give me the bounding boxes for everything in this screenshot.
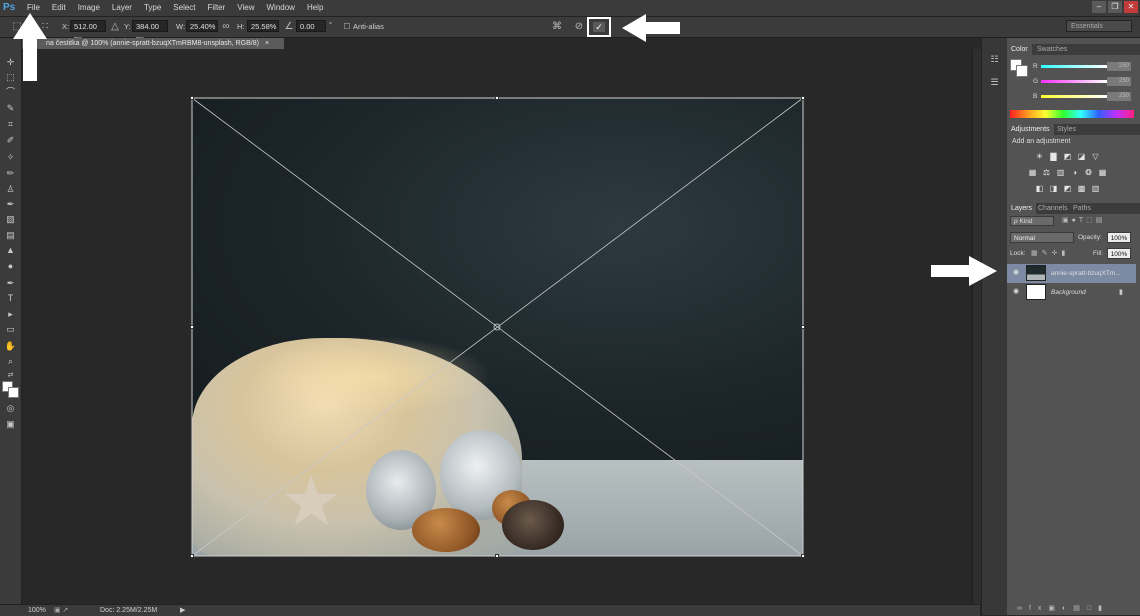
photo-filter-icon[interactable]: ◑ xyxy=(1069,168,1080,178)
channel-label-g: G xyxy=(1033,78,1039,85)
transform-handle-bottom-right[interactable] xyxy=(801,554,805,558)
channel-mixer-icon[interactable]: ❂ xyxy=(1083,168,1094,178)
threshold-icon[interactable]: ◩ xyxy=(1062,184,1073,194)
transform-handle-top-left[interactable] xyxy=(190,96,194,100)
posterize-icon[interactable]: ◨ xyxy=(1048,184,1059,194)
status-menu-icon[interactable]: ▶ xyxy=(180,605,185,616)
visibility-eye-icon[interactable]: ◉ xyxy=(1011,268,1021,278)
tab-color[interactable]: Color xyxy=(1007,44,1032,55)
tab-styles[interactable]: Styles xyxy=(1053,124,1080,135)
fill-label: Fill: xyxy=(1093,250,1104,257)
hue-saturation-icon[interactable]: ▦ xyxy=(1027,168,1038,178)
doc-info[interactable]: Doc: 2.25M/2.25M xyxy=(100,605,157,616)
invert-icon[interactable]: ◧ xyxy=(1034,184,1045,194)
transform-handle-bottom[interactable] xyxy=(495,554,499,558)
brightness-contrast-icon[interactable]: ☀ xyxy=(1034,152,1045,162)
vibrance-icon[interactable]: ▽ xyxy=(1090,152,1101,162)
opacity-input[interactable]: 100% xyxy=(1107,232,1131,243)
properties-panel-icon[interactable]: ☰ xyxy=(988,76,1001,89)
selective-color-icon[interactable]: ▩ xyxy=(1076,184,1087,194)
annotation-arrow-up-icon xyxy=(13,13,47,81)
transform-overlay xyxy=(191,97,804,557)
gradient-map-icon[interactable]: ▥ xyxy=(1090,184,1101,194)
tab-swatches[interactable]: Swatches xyxy=(1033,44,1071,55)
lock-icons[interactable]: ▦✎✛▮ xyxy=(1031,249,1081,259)
slider-track-g[interactable] xyxy=(1041,80,1107,83)
transform-handle-bottom-left[interactable] xyxy=(190,554,194,558)
zoom-level[interactable]: 100% xyxy=(28,605,46,616)
channel-label-r: R xyxy=(1033,63,1038,70)
lock-icon: ▮ xyxy=(1119,289,1123,296)
channel-value-r[interactable]: 250 xyxy=(1107,62,1131,71)
transform-handle-left[interactable] xyxy=(190,325,194,329)
color-slider-b[interactable]: B 250 xyxy=(1011,92,1136,102)
layer-row-photo[interactable]: ◉ annie-spratt-bzuqXTm... xyxy=(1007,264,1136,283)
curves-icon[interactable]: ◩ xyxy=(1062,152,1073,162)
channel-value-b[interactable]: 250 xyxy=(1107,92,1131,101)
layer-name: annie-spratt-bzuqXTm... xyxy=(1051,270,1121,277)
layer-filter-icons[interactable]: ▣●T⬚▤ xyxy=(1062,216,1132,226)
blend-mode-select[interactable]: Normal xyxy=(1010,232,1074,243)
color-balance-icon[interactable]: ⚖ xyxy=(1041,168,1052,178)
color-slider-r[interactable]: R 250 xyxy=(1011,62,1136,72)
annotation-arrow-right-icon xyxy=(931,256,997,286)
right-panels: Color Swatches R 250 G 250 B 250 Adjustm… xyxy=(1007,38,1140,615)
color-spectrum[interactable] xyxy=(1010,110,1134,118)
adjustments-title: Add an adjustment xyxy=(1012,138,1071,145)
transform-handle-top-right[interactable] xyxy=(801,96,805,100)
fill-input[interactable]: 100% xyxy=(1107,248,1131,259)
slider-track-r[interactable] xyxy=(1041,65,1107,68)
slider-track-b[interactable] xyxy=(1041,95,1107,98)
tab-layers[interactable]: Layers xyxy=(1007,203,1037,214)
color-lookup-icon[interactable]: ▦ xyxy=(1097,168,1108,178)
transform-handle-top[interactable] xyxy=(495,96,499,100)
tab-channels[interactable]: Channels xyxy=(1034,203,1072,214)
levels-icon[interactable]: ▇ xyxy=(1048,152,1059,162)
layer-row-background[interactable]: ◉ Background ▮ xyxy=(1007,283,1136,302)
status-icons: ▣ ↗ xyxy=(54,607,69,614)
layer-thumbnail xyxy=(1026,265,1046,281)
exposure-icon[interactable]: ◪ xyxy=(1076,152,1087,162)
channel-label-b: B xyxy=(1033,93,1038,100)
adjustments-panel-tabs: Adjustments Styles xyxy=(1007,124,1140,135)
color-panel-tabs: Color Swatches xyxy=(1007,44,1140,55)
layers-panel-tabs: Layers Channels Paths xyxy=(1007,203,1140,214)
tab-paths[interactable]: Paths xyxy=(1069,203,1095,214)
tab-adjustments[interactable]: Adjustments xyxy=(1007,124,1054,135)
black-white-icon[interactable]: ▥ xyxy=(1055,168,1066,178)
transform-handle-right[interactable] xyxy=(801,325,805,329)
layers-footer-icons[interactable]: ∞fx▣◐▤□▮ xyxy=(1017,604,1137,614)
annotation-arrow-left-icon xyxy=(622,14,680,42)
visibility-eye-icon[interactable]: ◉ xyxy=(1011,287,1021,297)
collapsed-panels-strip: ☷ ☰ xyxy=(981,38,1008,615)
layer-thumbnail xyxy=(1026,284,1046,300)
lock-label: Lock: xyxy=(1010,250,1026,257)
color-slider-g[interactable]: G 250 xyxy=(1011,77,1136,87)
opacity-label: Opacity: xyxy=(1078,234,1102,241)
layer-filter-select[interactable]: ρ Kind xyxy=(1010,216,1054,226)
channel-value-g[interactable]: 250 xyxy=(1107,77,1131,86)
history-panel-icon[interactable]: ☷ xyxy=(988,53,1001,66)
status-bar: 100% ▣ ↗ Doc: 2.25M/2.25M ▶ xyxy=(0,604,980,616)
layer-name: Background xyxy=(1051,289,1086,296)
